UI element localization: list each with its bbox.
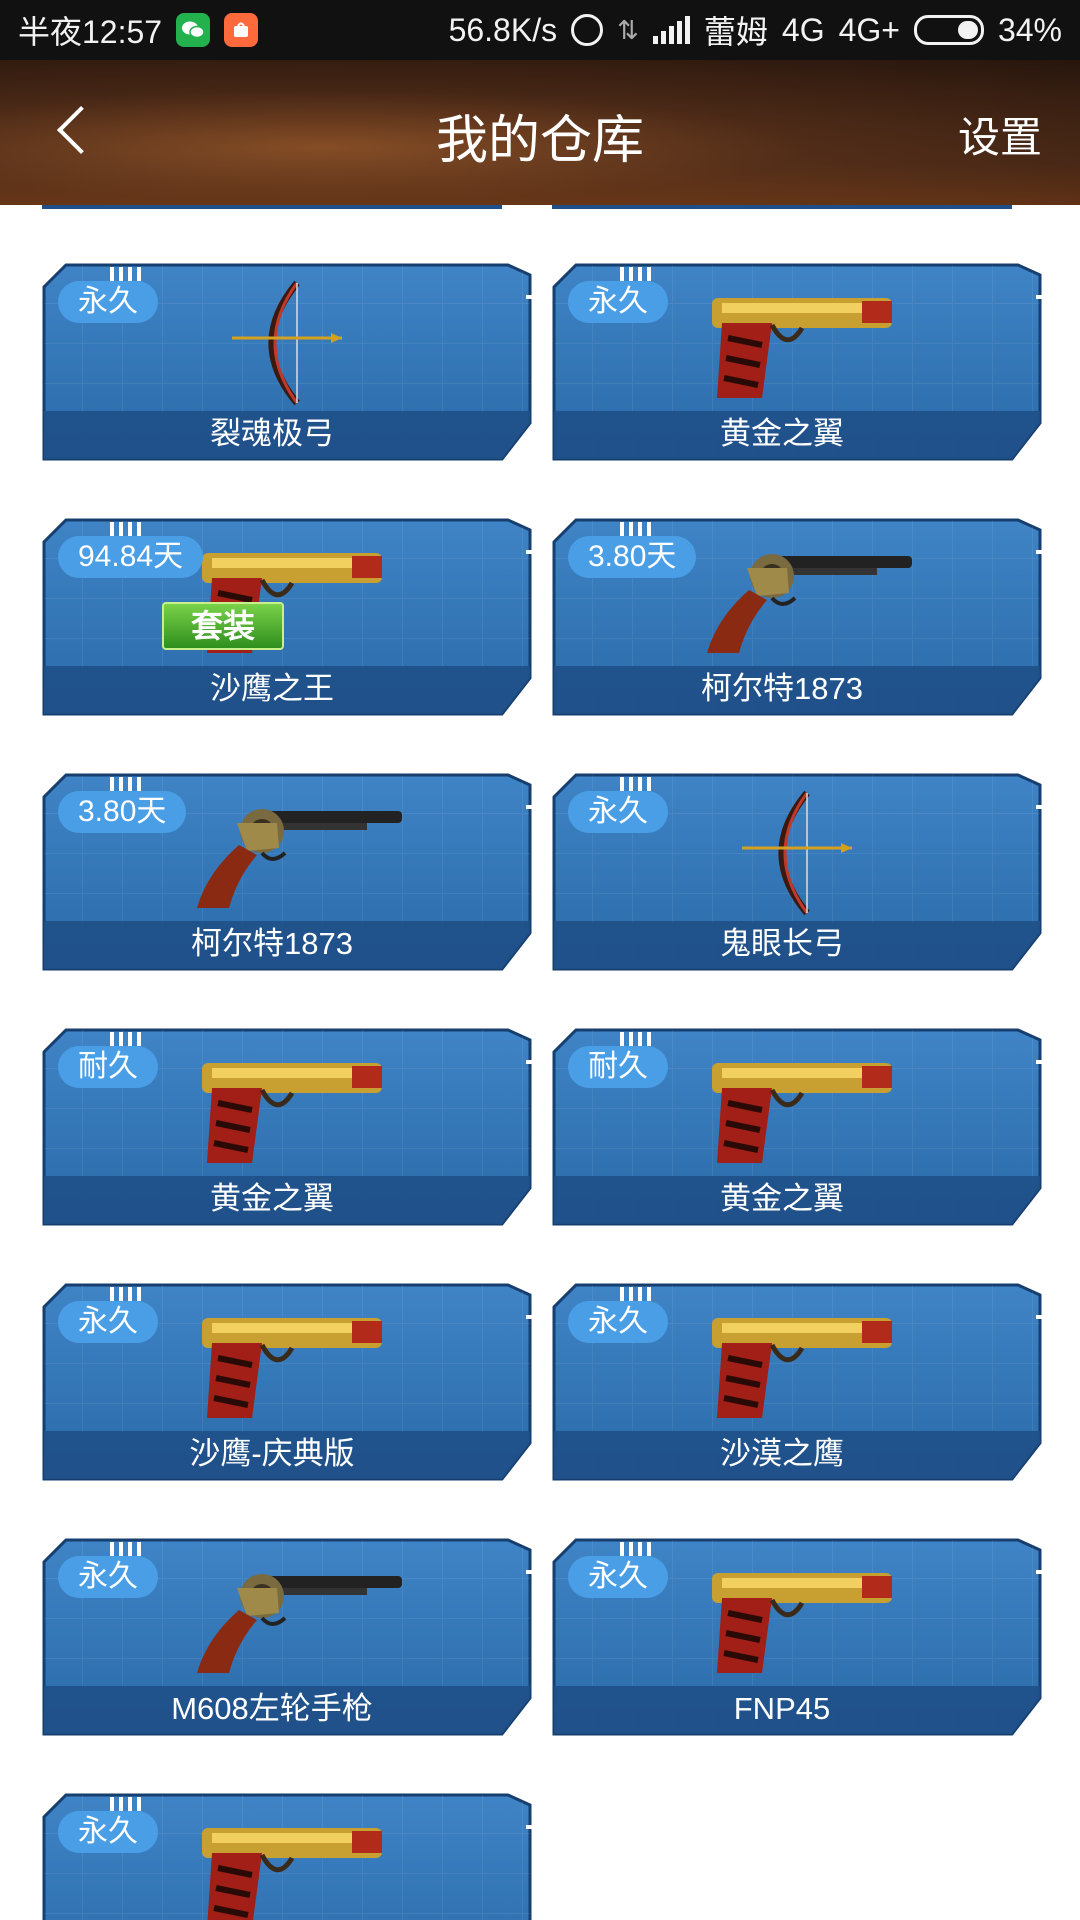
alarm-icon	[571, 14, 604, 46]
revolver-icon	[677, 538, 917, 663]
status-time: 半夜12:57	[18, 14, 163, 50]
warehouse-item-card[interactable]: 耐久黄金之翼	[552, 1028, 1042, 1228]
status-bar: 半夜12:57 56.8K/s ⇅ 蕾姆 4G 4G+ 34%	[0, 0, 1080, 60]
pistol-icon	[692, 1048, 902, 1173]
card-grip-marks	[110, 267, 141, 281]
battery-percent: 34%	[997, 11, 1062, 48]
warehouse-item-card[interactable]: 永久鬼眼长弓	[552, 773, 1042, 973]
data-transfer-icon: ⇅	[617, 14, 639, 45]
pistol-icon	[692, 1558, 902, 1683]
card-grip-marks	[110, 777, 141, 791]
warehouse-item-card[interactable]: 3.80天柯尔特1873	[552, 518, 1042, 718]
card-grip-marks	[620, 777, 651, 791]
duration-badge: 永久	[568, 791, 668, 833]
item-name: 沙鹰-庆典版	[189, 1436, 355, 1471]
warehouse-item-card[interactable]: 永久 M608左轮手枪	[42, 1538, 532, 1738]
duration-badge: 永久	[568, 1301, 668, 1343]
item-name: 柯尔特1873	[701, 671, 863, 706]
warehouse-item-card[interactable]: 永久沙漠之鹰	[552, 1283, 1042, 1483]
duration-badge: 永久	[58, 1811, 158, 1853]
warehouse-grid: 永久 裂魂极弓 永久 黄金之翼 94.84天 套装 沙鹰之王 3.80天 柯尔特1873 3.80…	[0, 205, 1080, 1920]
mi-store-icon	[224, 13, 259, 47]
duration-badge: 耐久	[568, 1046, 668, 1088]
item-name: 黄金之翼	[210, 1181, 334, 1216]
card-grip-marks	[620, 1542, 651, 1556]
warehouse-item-card[interactable]: 3.80天柯尔特1873	[42, 773, 532, 973]
warehouse-item-card[interactable]: 永久 FNP45	[552, 1538, 1042, 1738]
card-grip-marks	[620, 1032, 651, 1046]
card-grip-marks	[110, 1287, 141, 1301]
previous-row-edge-right	[552, 205, 1012, 209]
duration-badge: 94.84天	[58, 536, 204, 578]
suit-tag: 套装	[162, 602, 284, 650]
pistol-icon	[182, 1813, 392, 1920]
network-label-2: 4G+	[838, 11, 900, 48]
settings-button[interactable]: 设置	[958, 104, 1042, 165]
header: 我的仓库 设置	[0, 60, 1080, 205]
duration-badge: 3.80天	[58, 791, 187, 833]
wechat-icon	[176, 13, 211, 47]
duration-badge: 永久	[568, 1556, 668, 1598]
item-name: 黄金之翼	[720, 416, 844, 451]
bow-icon	[227, 278, 347, 413]
item-name: M608左轮手枪	[171, 1691, 373, 1726]
item-name: 黄金之翼	[720, 1181, 844, 1216]
revolver-icon	[167, 793, 407, 918]
revolver-icon	[167, 1558, 407, 1683]
card-grip-marks	[110, 1542, 141, 1556]
item-name: 沙漠之鹰	[720, 1436, 844, 1471]
network-label-1: 4G	[781, 11, 825, 48]
warehouse-item-card[interactable]: 永久裂魂极弓	[42, 263, 532, 463]
card-grip-marks	[620, 522, 651, 536]
page-title: 我的仓库	[435, 112, 644, 170]
warehouse-item-card[interactable]: 耐久黄金之翼	[42, 1028, 532, 1228]
app-root: 半夜12:57 56.8K/s ⇅ 蕾姆 4G 4G+ 34% 我的仓库 设置 …	[0, 0, 1080, 1920]
item-name: 沙鹰之王	[210, 671, 334, 706]
duration-badge: 永久	[568, 281, 668, 323]
bow-icon	[737, 788, 857, 923]
card-grip-marks	[620, 267, 651, 281]
duration-badge: 3.80天	[568, 536, 697, 578]
card-grip-marks	[110, 1032, 141, 1046]
duration-badge: 永久	[58, 281, 158, 323]
item-name: FNP45	[733, 1691, 831, 1726]
carrier-label: 蕾姆	[703, 14, 768, 50]
pistol-icon	[182, 1303, 392, 1428]
warehouse-item-card[interactable]: 永久	[42, 1793, 532, 1920]
warehouse-item-card[interactable]: 永久沙鹰-庆典版	[42, 1283, 532, 1483]
duration-badge: 永久	[58, 1556, 158, 1598]
warehouse-item-card[interactable]: 永久黄金之翼	[552, 263, 1042, 463]
warehouse-item-card[interactable]: 94.84天套装沙鹰之王	[42, 518, 532, 718]
signal-icon	[652, 16, 690, 44]
pistol-icon	[182, 1048, 392, 1173]
battery-icon	[913, 15, 984, 45]
net-speed: 56.8K/s	[448, 11, 558, 48]
item-name: 柯尔特1873	[191, 926, 353, 961]
pistol-icon	[692, 1303, 902, 1428]
item-name: 鬼眼长弓	[720, 926, 844, 961]
duration-badge: 耐久	[58, 1046, 158, 1088]
card-grip-marks	[110, 1797, 141, 1811]
previous-row-edge-left	[42, 205, 502, 209]
item-name: 裂魂极弓	[210, 416, 334, 451]
pistol-icon	[692, 283, 902, 408]
duration-badge: 永久	[58, 1301, 158, 1343]
card-grip-marks	[110, 522, 141, 536]
card-grip-marks	[620, 1287, 651, 1301]
